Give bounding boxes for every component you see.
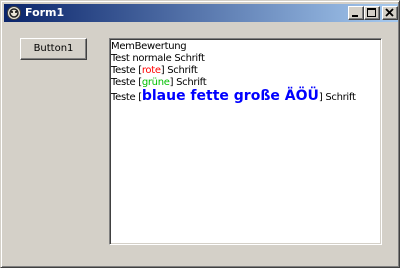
memo-line-5-suffix: ] Schrift [318, 92, 356, 103]
memo-line-1: MemBewertung [111, 41, 187, 52]
button1[interactable]: Button1 [20, 38, 87, 60]
minimize-button[interactable] [348, 6, 364, 20]
memo-line-2: Test normale Schrift [111, 53, 205, 64]
title-bar[interactable]: Form1 [4, 4, 398, 22]
memo-line-3-prefix: Teste [ [111, 65, 142, 76]
maximize-button[interactable] [364, 6, 380, 20]
close-button[interactable] [382, 6, 398, 20]
memo-line-3-suffix: ] Schrift [160, 65, 198, 76]
window-title: Form1 [25, 6, 65, 19]
memo-line-5-prefix: Teste [ [111, 92, 142, 103]
red-text: rote [141, 65, 161, 76]
blue-bold-big-text: blaue fette große ÄÖÜ [141, 88, 319, 104]
delphi-app-icon[interactable] [6, 5, 22, 21]
maximize-icon [367, 8, 376, 17]
minimize-icon [352, 15, 358, 17]
form1-window: Form1 Button1 MemBewertung Test normale … [0, 0, 400, 268]
memo-line-5: Teste [blaue fette große ÄÖÜ] Schrift [111, 88, 379, 106]
memo-line-4-prefix: Teste [ [111, 77, 142, 88]
memo-line-4-suffix: ] Schrift [169, 77, 207, 88]
memo-box[interactable]: MemBewertung Test normale Schrift Teste … [109, 38, 382, 245]
green-text: grüne [141, 77, 170, 88]
close-icon [385, 8, 394, 17]
memo-line-3: Teste [rote] Schrift [111, 65, 379, 77]
